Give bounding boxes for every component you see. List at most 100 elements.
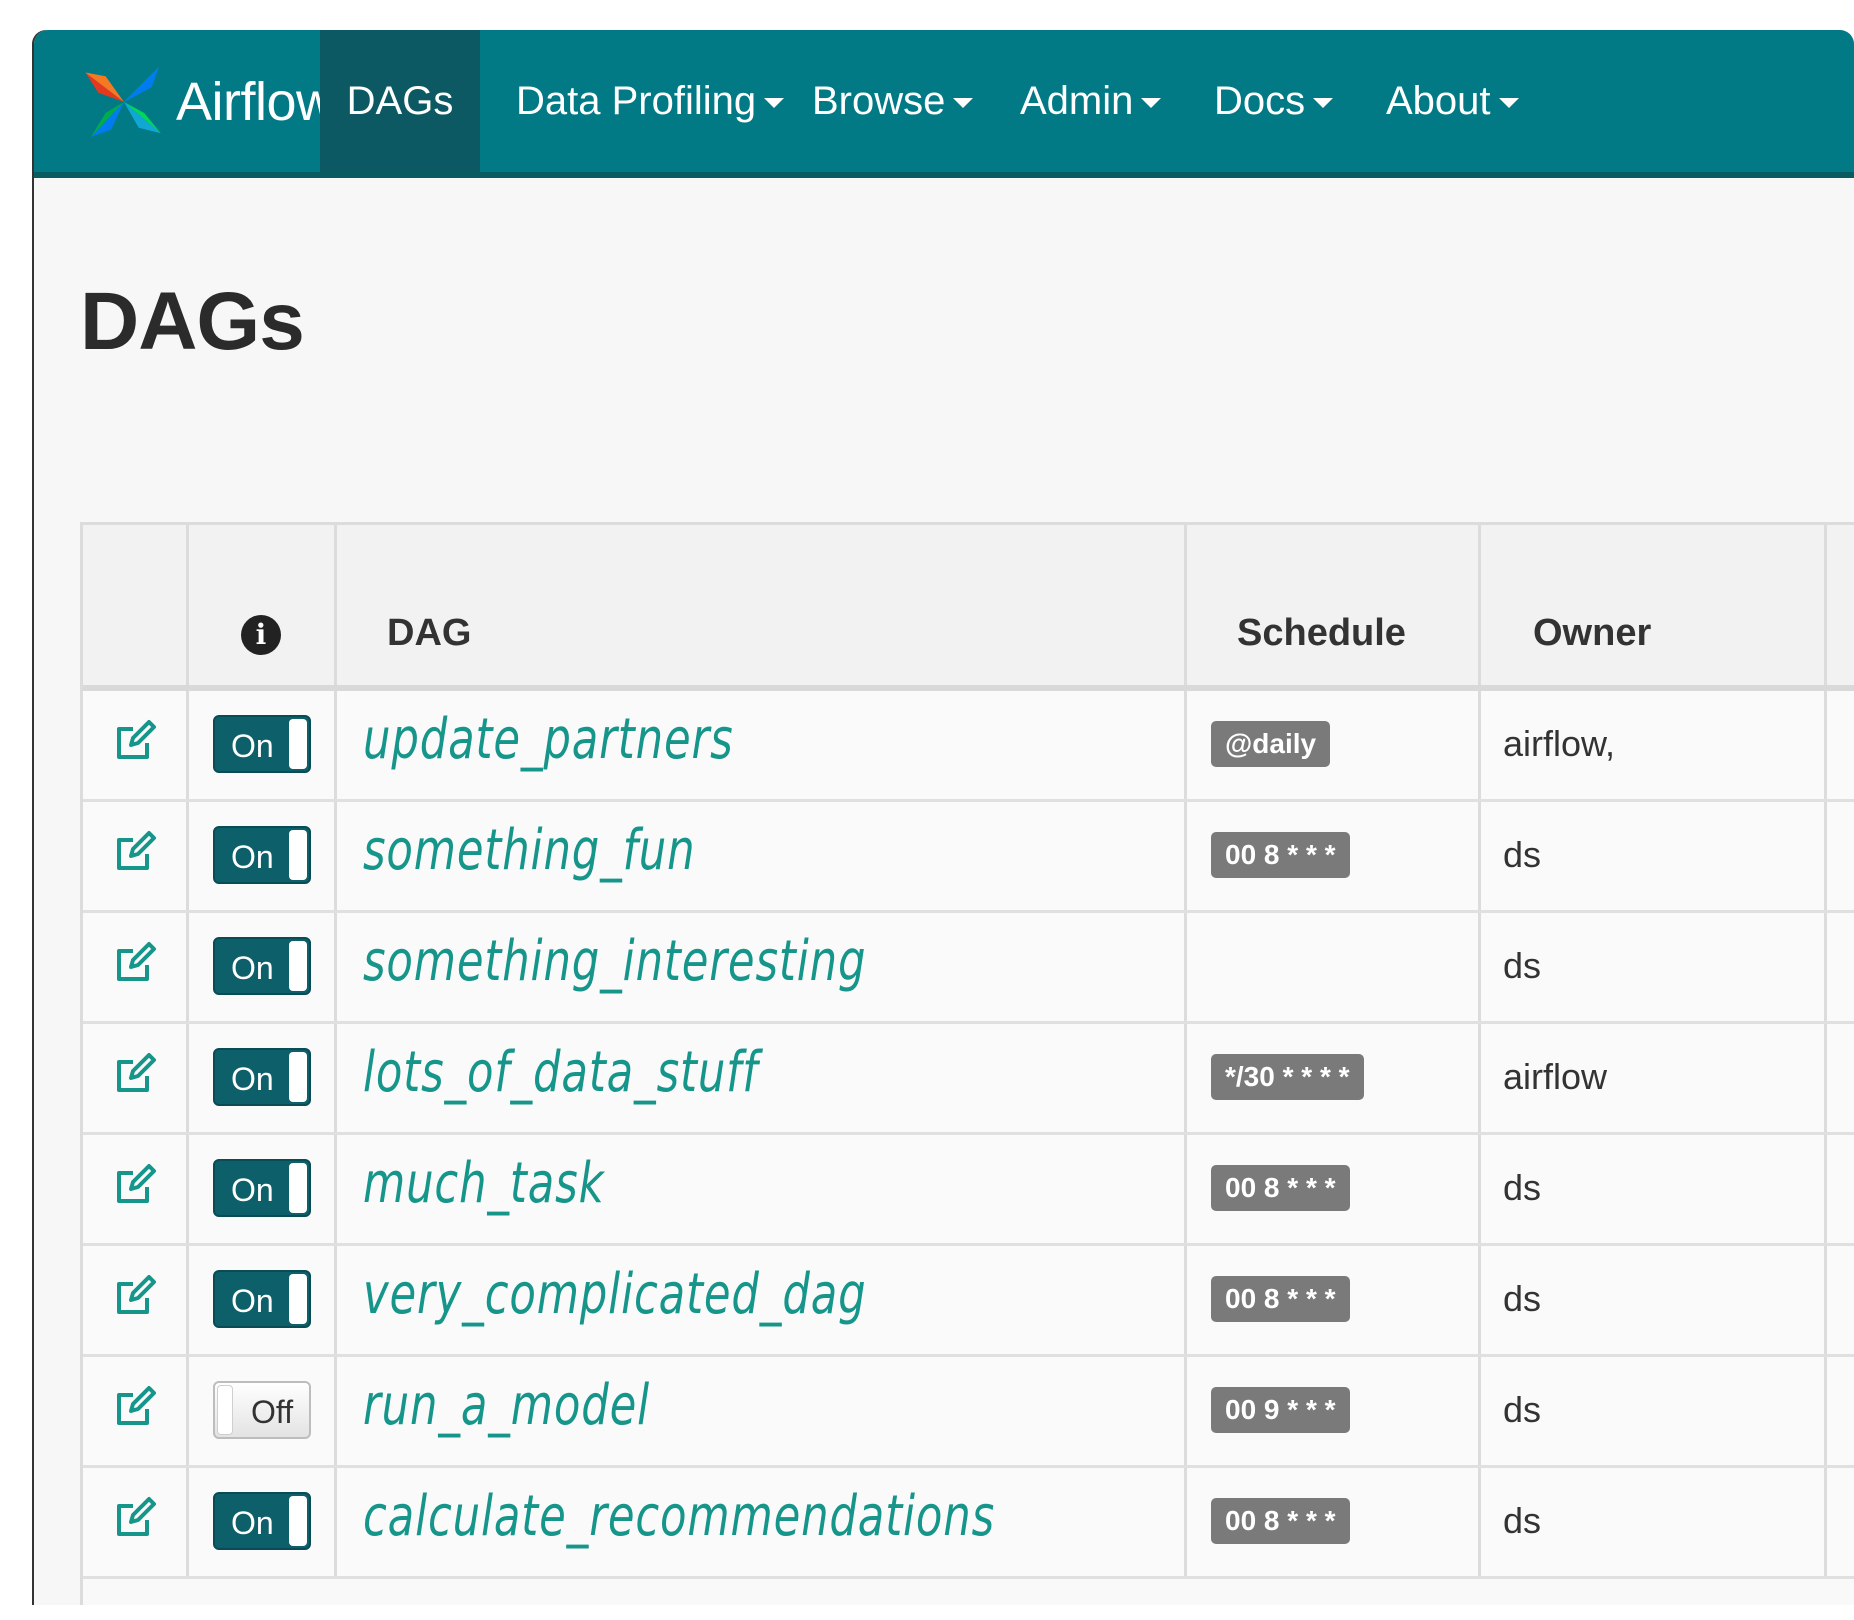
- dag-toggle[interactable]: On: [213, 1159, 311, 1217]
- caret-down-icon: [764, 98, 785, 108]
- schedule-cell: */30 * * * *: [1187, 1024, 1481, 1132]
- dag-link[interactable]: update_partners: [363, 707, 734, 772]
- edit-cell: [83, 1246, 189, 1354]
- schedule-cell: 00 8 * * *: [1187, 1246, 1481, 1354]
- dag-toggle[interactable]: On: [213, 715, 311, 773]
- owner-cell: ds: [1481, 1135, 1827, 1243]
- header-owner[interactable]: Owner: [1481, 525, 1827, 685]
- schedule-badge: 00 9 * * *: [1211, 1387, 1350, 1433]
- toggle-knob: [289, 1274, 307, 1324]
- schedule-cell: [1187, 913, 1481, 1021]
- schedule-cell: 00 8 * * *: [1187, 1468, 1481, 1576]
- schedule-cell: @daily: [1187, 691, 1481, 799]
- toggle-cell: On: [189, 691, 337, 799]
- toggle-label: On: [231, 1505, 274, 1541]
- nav-dags[interactable]: DAGs: [320, 30, 480, 172]
- toggle-cell: On: [189, 1024, 337, 1132]
- nav-data-profiling[interactable]: Data Profiling: [516, 30, 785, 172]
- dag-link[interactable]: lots_of_data_stuff: [363, 1040, 758, 1105]
- nav-browse[interactable]: Browse: [812, 30, 974, 172]
- owner-cell: ds: [1481, 1357, 1827, 1465]
- dag-toggle[interactable]: On: [213, 1492, 311, 1550]
- dag-link[interactable]: calculate_recommendations: [363, 1484, 995, 1549]
- toggle-cell: On: [189, 1246, 337, 1354]
- navbar: Airflow DAGs Data Profiling Browse Admin…: [34, 30, 1854, 178]
- toggle-label: On: [231, 1283, 274, 1319]
- info-icon[interactable]: i: [241, 615, 281, 655]
- edit-icon[interactable]: [113, 1496, 157, 1540]
- nav-docs[interactable]: Docs: [1214, 30, 1334, 172]
- edit-cell: [83, 1024, 189, 1132]
- toggle-knob: [289, 719, 307, 769]
- schedule-cell: 00 8 * * *: [1187, 802, 1481, 910]
- nav-about[interactable]: About: [1386, 30, 1519, 172]
- brand[interactable]: Airflow: [78, 52, 335, 152]
- schedule-badge: 00 8 * * *: [1211, 1276, 1350, 1322]
- header-next: [1827, 525, 1854, 685]
- caret-down-icon: [953, 98, 974, 108]
- header-schedule[interactable]: Schedule: [1187, 525, 1481, 685]
- edit-icon[interactable]: [113, 1274, 157, 1318]
- toggle-label: On: [231, 1172, 274, 1208]
- edit-cell: [83, 691, 189, 799]
- table-row: On much_task 00 8 * * * ds: [83, 1135, 1854, 1246]
- toggle-knob: [217, 1385, 233, 1435]
- dags-table: i DAG Schedule Owner On update_partners @d…: [80, 522, 1854, 1605]
- header-edit: [83, 525, 189, 685]
- owner-text: ds: [1503, 1278, 1542, 1319]
- dag-cell: calculate_recommendations: [337, 1468, 1187, 1576]
- toggle-cell: On: [189, 1135, 337, 1243]
- toggle-label: On: [231, 728, 274, 764]
- dag-cell: very_complicated_dag: [337, 1246, 1187, 1354]
- edit-cell: [83, 802, 189, 910]
- schedule-badge: */30 * * * *: [1211, 1054, 1364, 1100]
- edit-icon[interactable]: [113, 941, 157, 985]
- toggle-label: On: [231, 950, 274, 986]
- airflow-logo-icon: [85, 67, 161, 137]
- owner-text: ds: [1503, 1389, 1542, 1430]
- header-schedule-label: Schedule: [1237, 612, 1406, 654]
- edit-icon[interactable]: [113, 830, 157, 874]
- dag-link[interactable]: much_task: [363, 1151, 605, 1216]
- browser-window: Airflow DAGs Data Profiling Browse Admin…: [34, 30, 1854, 1605]
- header-owner-label: Owner: [1533, 612, 1652, 654]
- dag-toggle[interactable]: On: [213, 937, 311, 995]
- nav-admin[interactable]: Admin: [1020, 30, 1162, 172]
- edit-icon[interactable]: [113, 1385, 157, 1429]
- owner-text: ds: [1503, 1500, 1542, 1541]
- dag-toggle[interactable]: On: [213, 1270, 311, 1328]
- nav-browse-label: Browse: [812, 78, 946, 123]
- dag-link[interactable]: something_interesting: [363, 929, 866, 994]
- owner-text: ds: [1503, 1167, 1542, 1208]
- toggle-knob: [289, 830, 307, 880]
- header-dag[interactable]: DAG: [337, 525, 1187, 685]
- table-row: On something_fun 00 8 * * * ds: [83, 802, 1854, 913]
- toggle-cell: Off: [189, 1357, 337, 1465]
- toggle-cell: On: [189, 1468, 337, 1576]
- schedule-badge: 00 8 * * *: [1211, 832, 1350, 878]
- toggle-label: On: [231, 839, 274, 875]
- owner-cell: ds: [1481, 802, 1827, 910]
- edit-icon[interactable]: [113, 1163, 157, 1207]
- dag-toggle[interactable]: On: [213, 826, 311, 884]
- dag-link[interactable]: very_complicated_dag: [363, 1262, 866, 1327]
- dag-cell: update_partners: [337, 691, 1187, 799]
- toggle-cell: On: [189, 802, 337, 910]
- nav-about-label: About: [1386, 78, 1491, 123]
- dag-toggle[interactable]: On: [213, 1048, 311, 1106]
- edit-icon[interactable]: [113, 1052, 157, 1096]
- dag-toggle[interactable]: Off: [213, 1381, 311, 1439]
- dag-link[interactable]: something_fun: [363, 818, 695, 883]
- dag-cell: run_a_model: [337, 1357, 1187, 1465]
- table-row: Off run_a_model 00 9 * * * ds: [83, 1357, 1854, 1468]
- schedule-badge: @daily: [1211, 721, 1331, 767]
- dag-cell: something_fun: [337, 802, 1187, 910]
- owner-cell: airflow: [1481, 1024, 1827, 1132]
- dag-cell: something_interesting: [337, 913, 1187, 1021]
- dag-link[interactable]: run_a_model: [363, 1373, 650, 1438]
- edit-icon[interactable]: [113, 719, 157, 763]
- caret-down-icon: [1141, 98, 1162, 108]
- toggle-label: On: [231, 1061, 274, 1097]
- toggle-knob: [289, 1496, 307, 1546]
- owner-cell: airflow,: [1481, 691, 1827, 799]
